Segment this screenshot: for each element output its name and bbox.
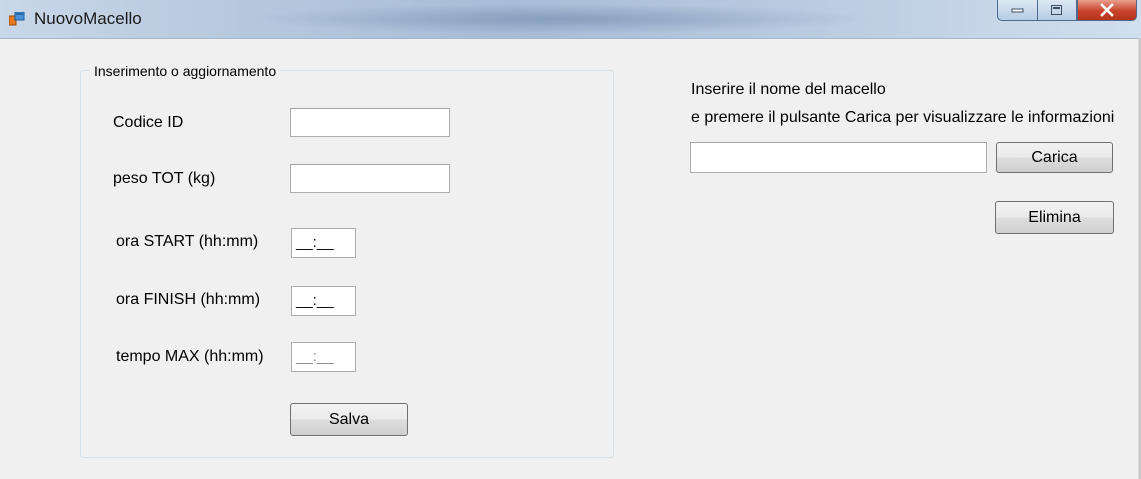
window-title: NuovoMacello — [34, 9, 142, 28]
tempo-max-label: tempo MAX (hh:mm) — [116, 348, 264, 365]
ora-start-label: ora START (hh:mm) — [116, 233, 259, 250]
close-button[interactable] — [1077, 0, 1137, 21]
delete-button[interactable]: Elimina — [995, 201, 1114, 234]
form-app-icon[interactable] — [8, 11, 25, 26]
groupbox-legend: Inserimento o aggiornamento — [90, 63, 281, 79]
caption-buttons — [997, 0, 1137, 22]
close-icon — [1099, 3, 1115, 17]
ora-finish-masked-input[interactable]: __:__ — [291, 286, 356, 316]
lookup-instruction-line2: e premere il pulsante Carica per visuali… — [691, 109, 1115, 126]
ora-finish-label: ora FINISH (hh:mm) — [116, 291, 261, 308]
codice-id-label: Codice ID — [113, 114, 184, 131]
peso-tot-input[interactable] — [290, 164, 450, 193]
lookup-instruction-line1: Inserire il nome del macello — [691, 81, 886, 98]
minimize-icon — [1011, 7, 1025, 13]
tempo-max-masked-input[interactable]: __:__ — [291, 342, 356, 372]
maximize-button[interactable] — [1037, 0, 1077, 21]
codice-id-input[interactable] — [290, 108, 450, 137]
ora-start-masked-input[interactable]: __:__ — [291, 228, 356, 258]
macello-name-input[interactable] — [690, 142, 987, 173]
minimize-button[interactable] — [997, 0, 1037, 21]
title-bar[interactable]: NuovoMacello — [0, 0, 1141, 39]
save-button[interactable]: Salva — [290, 403, 408, 436]
peso-tot-label: peso TOT (kg) — [113, 170, 216, 187]
load-button[interactable]: Carica — [996, 142, 1113, 173]
main-window: NuovoMacello Inserimento o aggiornamento… — [0, 0, 1141, 479]
maximize-icon — [1050, 4, 1064, 16]
